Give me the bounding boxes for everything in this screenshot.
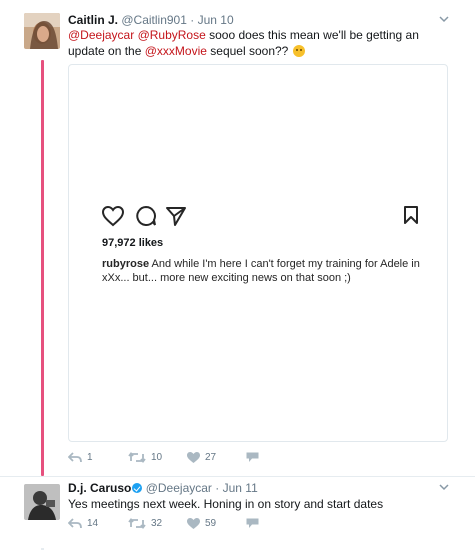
mention-link[interactable]: @Deejaycar [68,28,134,42]
like-count: 59 [205,518,217,529]
tweet-header: Caitlin J. @Caitlin901 · Jun 10 [68,13,234,27]
chevron-down-icon[interactable] [439,15,449,23]
share-icon [166,207,186,226]
retweet-button[interactable]: 32 [128,518,162,529]
sweat-smile-emoji [292,45,305,57]
reply-icon [68,518,82,529]
caption-text: And while I'm here I can't forget my tra… [102,258,420,284]
chevron-down-icon[interactable] [439,483,449,491]
heart-icon [101,205,125,227]
user-handle[interactable]: @Caitlin901 [121,13,187,27]
instagram-action-bar [101,205,421,229]
tweet-caitlin[interactable]: Caitlin J. @Caitlin901 · Jun 10 @Deejayc… [0,0,475,477]
caption-username: rubyrose [102,258,150,270]
retweet-count: 10 [151,452,163,463]
reply-count: 1 [87,452,93,463]
retweet-icon [128,518,146,529]
avatar-caitlin[interactable] [24,13,60,49]
reply-button[interactable]: 1 [68,452,93,463]
tweet-text: @Deejaycar @RubyRose sooo does this mean… [68,27,448,59]
comment-icon [136,205,156,226]
tweet-header: D.j. Caruso @Deejaycar · Jun 11 [68,481,258,495]
retweet-button[interactable]: 10 [128,452,162,463]
direct-message-button[interactable] [246,452,259,463]
direct-message-icon [246,518,259,528]
bookmark-icon [404,206,418,224]
user-handle[interactable]: @Deejaycar [146,481,212,495]
separator: · [190,13,195,27]
display-name[interactable]: Caitlin J. [68,13,118,27]
likes-count: 97,972 likes [102,237,164,249]
direct-message-icon [246,452,259,462]
like-button[interactable]: 59 [187,518,216,529]
tweet-text-part: sequel soon?? [206,44,292,58]
media-image[interactable]: 97,972 likes rubyrose And while I'm here… [68,64,448,442]
verified-badge-icon [132,483,143,493]
caption: rubyrose And while I'm here I can't forg… [102,257,432,285]
like-count: 27 [205,452,217,463]
display-name[interactable]: D.j. Caruso [68,481,131,495]
like-button[interactable]: 27 [187,452,216,463]
heart-icon [187,518,200,529]
tweet-text: Yes meetings next week. Honing in on sto… [68,497,384,511]
retweet-count: 32 [151,518,163,529]
reply-button[interactable]: 14 [68,518,98,529]
heart-icon [187,452,200,463]
retweet-icon [128,452,146,463]
tweet-date[interactable]: Jun 11 [223,481,258,495]
thread-line [41,60,44,476]
mention-link[interactable]: @RubyRose [138,28,206,42]
separator: · [215,481,220,495]
avatar-dj-caruso[interactable] [24,484,60,520]
direct-message-button[interactable] [246,518,259,529]
tweet-date[interactable]: Jun 10 [198,13,234,27]
reply-count: 14 [87,518,99,529]
reply-icon [68,452,82,463]
mention-link[interactable]: @xxxMovie [145,44,207,58]
